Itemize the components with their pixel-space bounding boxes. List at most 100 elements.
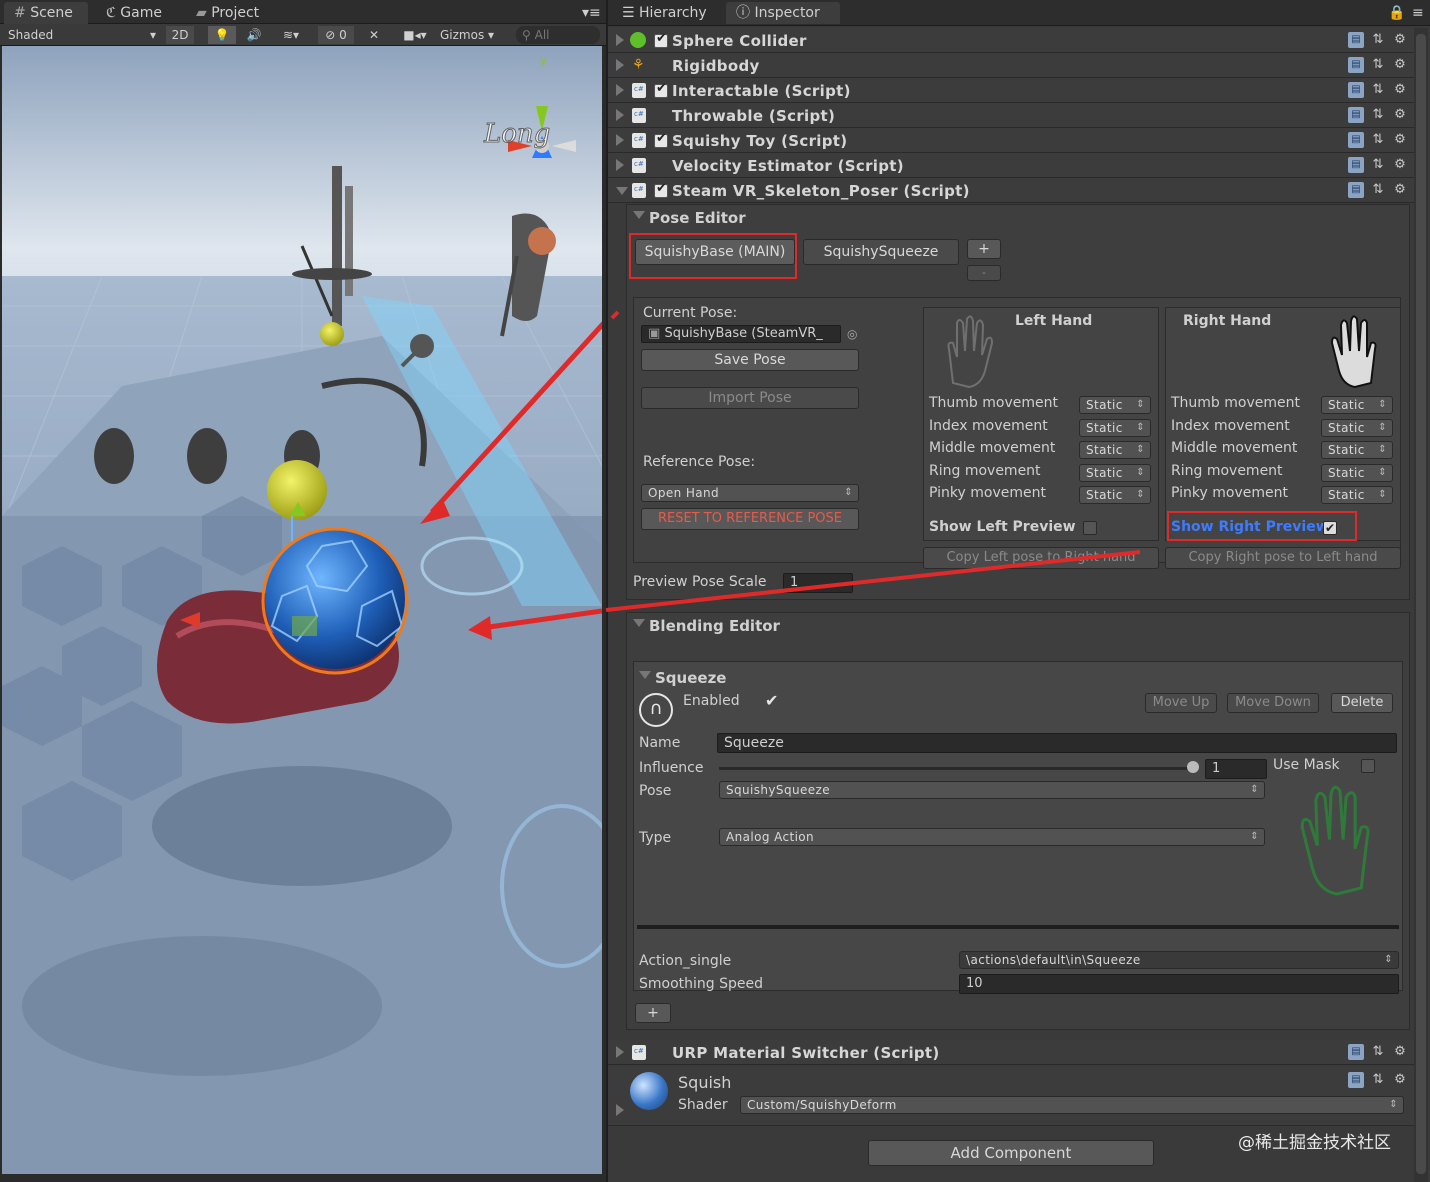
fold-arrow-icon[interactable] — [616, 109, 624, 121]
enabled-checkbox[interactable]: ✔ — [765, 691, 778, 710]
presets-icon[interactable]: ⇅ — [1370, 1072, 1386, 1088]
panel-menu-icon[interactable]: ▾≡ — [572, 2, 611, 24]
right_hand-movement-dropdown[interactable]: Static — [1321, 441, 1393, 459]
presets-icon[interactable]: ⇅ — [1370, 82, 1386, 98]
fold-arrow-icon[interactable] — [616, 59, 624, 71]
gear-icon[interactable]: ⚙ — [1392, 182, 1408, 198]
name-field[interactable]: Squeeze — [717, 733, 1397, 753]
fold-arrow-icon[interactable] — [616, 134, 624, 146]
add-blend-button[interactable]: + — [635, 1003, 671, 1023]
fold-arrow-icon[interactable] — [616, 1046, 624, 1058]
right_hand-movement-dropdown[interactable]: Static — [1321, 418, 1393, 437]
help-book-icon[interactable]: ▤ — [1348, 107, 1364, 123]
fold-arrow-icon[interactable] — [616, 1104, 624, 1116]
type-dropdown[interactable]: Analog Action — [719, 828, 1265, 846]
component-sphere-collider[interactable]: Sphere Collider ▤ ⇅ ⚙ — [608, 28, 1416, 53]
influence-slider-track[interactable] — [719, 767, 1193, 770]
fold-arrow-icon[interactable] — [616, 84, 624, 96]
import-pose-button[interactable]: Import Pose — [641, 387, 859, 409]
fold-arrow-icon[interactable] — [616, 34, 624, 46]
gear-icon[interactable]: ⚙ — [1392, 1044, 1408, 1060]
inspector-scrollbar[interactable] — [1414, 28, 1428, 1182]
left_hand-movement-dropdown[interactable]: Static — [1079, 463, 1151, 482]
use-mask-checkbox[interactable] — [1361, 759, 1375, 773]
fold-arrow-icon[interactable] — [633, 619, 645, 627]
fold-arrow-icon[interactable] — [639, 671, 651, 679]
component-squishy-toy[interactable]: Squishy Toy (Script) ▤ ⇅ ⚙ — [608, 128, 1416, 153]
component-interactable[interactable]: Interactable (Script) ▤ ⇅ ⚙ — [608, 78, 1416, 103]
help-book-icon[interactable]: ▤ — [1348, 1072, 1364, 1088]
component-velocity-estimator[interactable]: Velocity Estimator (Script) ▤ ⇅ ⚙ — [608, 153, 1416, 178]
pose-dropdown[interactable]: SquishySqueeze — [719, 781, 1265, 799]
presets-icon[interactable]: ⇅ — [1370, 57, 1386, 73]
copy-right-to-left-button[interactable]: Copy Right pose to Left hand — [1165, 547, 1401, 569]
reference-pose-dropdown[interactable]: Open Hand — [641, 484, 859, 502]
help-book-icon[interactable]: ▤ — [1348, 182, 1364, 198]
show-left-preview-checkbox[interactable] — [1083, 521, 1097, 535]
scene-search-input[interactable]: ⚲ All — [516, 26, 600, 44]
audio-toggle-icon[interactable]: 🔊 — [242, 26, 266, 44]
left_hand-movement-dropdown[interactable]: Static — [1079, 441, 1151, 459]
component-rigidbody[interactable]: ⚘ Rigidbody ▤ ⇅ ⚙ — [608, 53, 1416, 78]
panel-menu-icon[interactable]: ≡ — [1402, 2, 1430, 24]
right_hand-movement-dropdown[interactable]: Static — [1321, 463, 1393, 482]
add-pose-button[interactable]: + — [967, 239, 1001, 259]
gear-icon[interactable]: ⚙ — [1392, 1072, 1408, 1088]
help-book-icon[interactable]: ▤ — [1348, 132, 1364, 148]
current-pose-field[interactable]: ▣ SquishyBase (SteamVR_ — [641, 325, 841, 343]
presets-icon[interactable]: ⇅ — [1370, 182, 1386, 198]
move-down-button[interactable]: Move Down — [1227, 693, 1319, 713]
gizmos-dropdown[interactable]: Gizmos ▾ — [440, 26, 504, 44]
gear-icon[interactable]: ⚙ — [1392, 57, 1408, 73]
component-urp-material-switcher[interactable]: URP Material Switcher (Script) ▤ ⇅ ⚙ — [608, 1040, 1416, 1065]
gear-icon[interactable]: ⚙ — [1392, 32, 1408, 48]
tab-hierarchy[interactable]: ☰ Hierarchy — [612, 2, 717, 24]
presets-icon[interactable]: ⇅ — [1370, 132, 1386, 148]
scrollbar-thumb[interactable] — [1416, 34, 1426, 1174]
help-book-icon[interactable]: ▤ — [1348, 57, 1364, 73]
shading-dropdown[interactable]: Shaded ▾ — [8, 26, 158, 44]
copy-left-to-right-button[interactable]: Copy Left pose to Right hand — [923, 547, 1159, 569]
component-enabled-checkbox[interactable] — [654, 131, 668, 148]
2d-toggle[interactable]: 2D — [166, 26, 194, 44]
influence-field[interactable]: 1 — [1205, 759, 1267, 779]
help-book-icon[interactable]: ▤ — [1348, 82, 1364, 98]
save-pose-button[interactable]: Save Pose — [641, 349, 859, 371]
delete-button[interactable]: Delete — [1331, 693, 1393, 713]
tab-project[interactable]: ▰ Project — [186, 2, 269, 24]
component-throwable[interactable]: Throwable (Script) ▤ ⇅ ⚙ — [608, 103, 1416, 128]
presets-icon[interactable]: ⇅ — [1370, 107, 1386, 123]
fold-arrow-icon[interactable] — [633, 211, 645, 219]
remove-pose-button[interactable]: - — [967, 265, 1001, 281]
gear-icon[interactable]: ⚙ — [1392, 157, 1408, 173]
object-picker-icon[interactable]: ◎ — [847, 327, 857, 341]
fold-arrow-icon[interactable] — [616, 187, 628, 195]
action-field[interactable]: \actions\default\in\Squeeze — [959, 951, 1399, 969]
hidden-objects-toggle[interactable]: ⊘ 0 — [318, 26, 354, 44]
component-enabled-checkbox[interactable] — [654, 31, 668, 48]
component-skeleton-poser[interactable]: Steam VR_Skeleton_Poser (Script) ▤ ⇅ ⚙ — [608, 178, 1416, 203]
help-book-icon[interactable]: ▤ — [1348, 1044, 1364, 1060]
component-enabled-checkbox[interactable] — [654, 81, 668, 98]
component-enabled-checkbox[interactable] — [654, 181, 668, 198]
presets-icon[interactable]: ⇅ — [1370, 1044, 1386, 1060]
add-component-button[interactable]: Add Component — [868, 1140, 1154, 1166]
gear-icon[interactable]: ⚙ — [1392, 107, 1408, 123]
presets-icon[interactable]: ⇅ — [1370, 157, 1386, 173]
smoothing-speed-field[interactable]: 10 — [959, 974, 1399, 994]
influence-slider-handle[interactable] — [1187, 761, 1199, 773]
tab-scene[interactable]: # Scene — [4, 2, 88, 24]
gear-icon[interactable]: ⚙ — [1392, 82, 1408, 98]
left_hand-movement-dropdown[interactable]: Static — [1079, 418, 1151, 437]
right_hand-movement-dropdown[interactable]: Static — [1321, 486, 1393, 504]
tools-icon[interactable]: ✕ — [362, 26, 386, 44]
effects-icon[interactable]: ≋▾ — [276, 26, 306, 44]
preview-scale-field[interactable]: 1 — [783, 573, 853, 593]
left_hand-movement-dropdown[interactable]: Static — [1079, 396, 1151, 414]
right_hand-movement-dropdown[interactable]: Static — [1321, 396, 1393, 414]
shader-dropdown[interactable]: Custom/SquishyDeform — [740, 1096, 1404, 1114]
tab-inspector[interactable]: ⓘ Inspector — [726, 2, 840, 24]
fold-arrow-icon[interactable] — [616, 159, 624, 171]
pose-tab-squeeze[interactable]: SquishySqueeze — [803, 239, 959, 265]
presets-icon[interactable]: ⇅ — [1370, 32, 1386, 48]
